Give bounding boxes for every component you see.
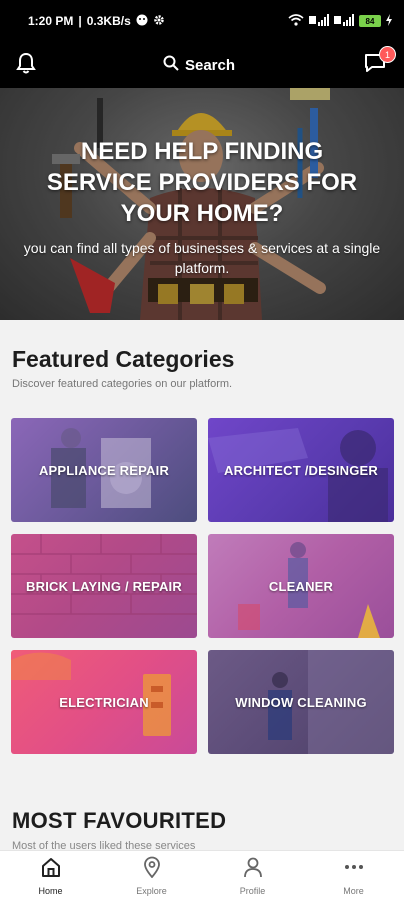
message-count-badge: 1	[378, 46, 396, 63]
nav-profile[interactable]: Profile	[213, 856, 293, 896]
hero-banner: NEED HELP FINDING SERVICE PROVIDERS FOR …	[0, 88, 404, 320]
bottom-navigation: Home Explore Profile More	[0, 850, 404, 900]
category-card-electrician[interactable]: ELECTRICIAN	[11, 650, 197, 754]
search-label: Search	[184, 56, 236, 74]
category-card-appliance-repair[interactable]: APPLIANCE REPAIR	[11, 418, 197, 522]
category-grid: APPLIANCE REPAIR ARCHITECT /DESINGER BRI…	[11, 418, 395, 754]
wifi-icon	[288, 13, 304, 29]
location-pin-icon	[141, 856, 163, 883]
signal-icon-2	[334, 13, 354, 29]
category-card-brick-laying[interactable]: BRICK LAYING / REPAIR	[11, 534, 197, 638]
category-label: BRICK LAYING / REPAIR	[26, 578, 182, 594]
status-time: 1:20 PM	[28, 14, 74, 28]
search-button[interactable]: Search	[163, 55, 235, 75]
home-icon	[40, 856, 62, 883]
more-dots-icon	[343, 856, 365, 883]
category-card-cleaner[interactable]: CLEANER	[208, 534, 394, 638]
charging-icon	[386, 13, 392, 29]
category-label: CLEANER	[268, 578, 334, 594]
category-label: ELECTRICIAN	[59, 694, 149, 710]
featured-categories-subtitle: Discover featured categories on our plat…	[12, 378, 233, 390]
category-card-architect-designer[interactable]: ARCHITECT /DESINGER	[208, 418, 394, 522]
category-card-window-cleaning[interactable]: WINDOW CLEANING	[208, 650, 394, 754]
hero-title: NEED HELP FINDING SERVICE PROVIDERS FOR …	[46, 138, 358, 227]
battery-icon: 84	[359, 15, 381, 27]
app-header: Search 1	[0, 42, 404, 88]
user-icon	[242, 856, 264, 883]
nav-more[interactable]: More	[314, 856, 394, 896]
featured-categories-title: Featured Categories	[12, 346, 235, 372]
status-bar: 1:20 PM | 0.3KB/s 84	[0, 0, 404, 42]
settings-gear-icon	[153, 14, 165, 29]
most-favourited-title: MOST FAVOURITED	[12, 808, 227, 833]
hero-subtitle: you can find all types of businesses & s…	[23, 240, 381, 276]
category-label: WINDOW CLEANING	[235, 694, 367, 710]
network-speed: 0.3KB/s	[86, 14, 131, 28]
category-label: ARCHITECT /DESINGER	[223, 462, 379, 478]
category-label: APPLIANCE REPAIR	[38, 462, 170, 478]
messages-button[interactable]: 1	[362, 46, 396, 78]
search-icon	[163, 55, 179, 75]
signal-icon	[309, 13, 329, 29]
notification-face-icon	[136, 14, 148, 29]
nav-explore[interactable]: Explore	[112, 856, 192, 896]
nav-home[interactable]: Home	[11, 856, 91, 896]
notification-bell-icon[interactable]	[16, 52, 36, 79]
